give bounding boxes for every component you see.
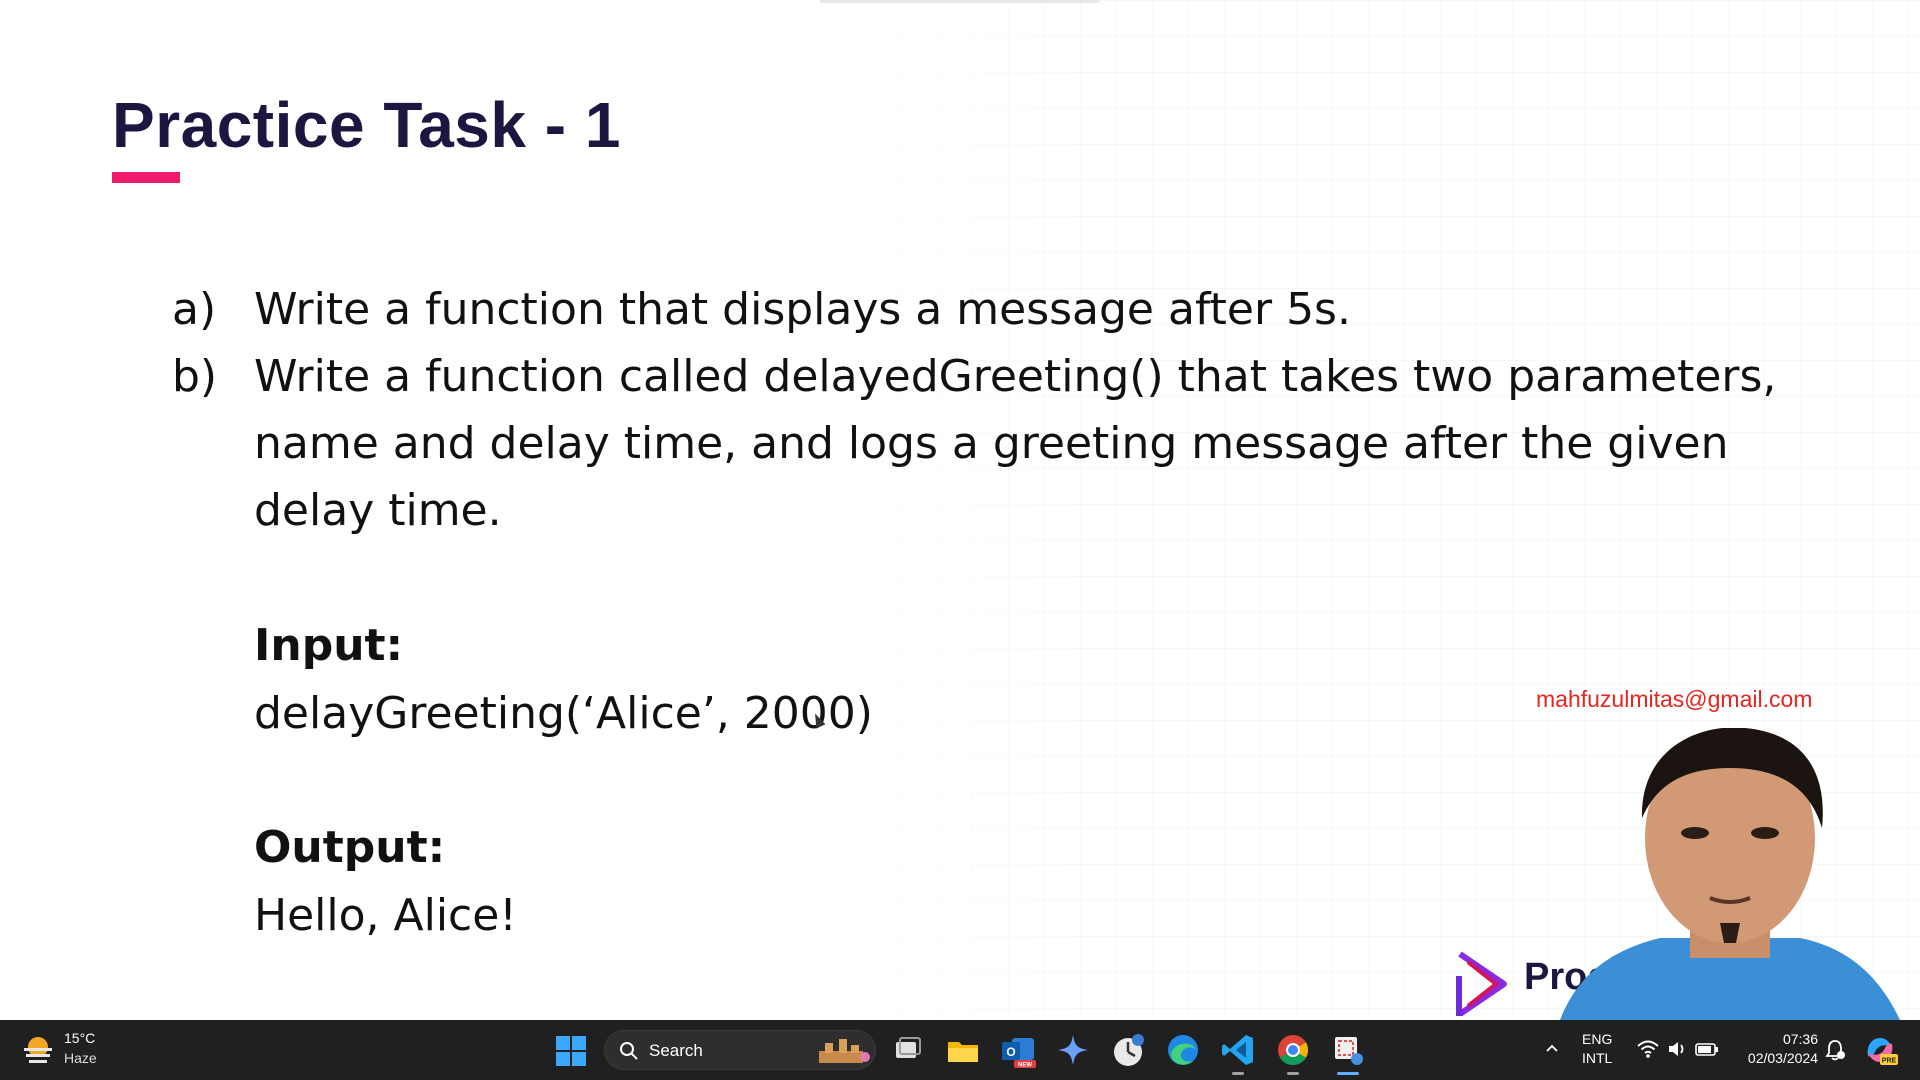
chrome-icon[interactable] bbox=[1275, 1032, 1311, 1068]
task-a-marker: a) bbox=[172, 284, 217, 335]
input-value: delayGreeting(‘Alice’, 2000) bbox=[254, 688, 873, 739]
language-indicator[interactable]: ENG INTL bbox=[1582, 1030, 1612, 1068]
taskbar-clock[interactable]: 07:36 02/03/2024 bbox=[1736, 1030, 1818, 1068]
clock-app-icon[interactable] bbox=[1110, 1032, 1146, 1068]
vscode-running-indicator bbox=[1232, 1072, 1244, 1075]
notification-bell-icon[interactable] bbox=[1824, 1038, 1846, 1062]
battery-icon bbox=[1695, 1043, 1718, 1056]
weather-widget[interactable]: 15°C Haze bbox=[20, 1028, 140, 1072]
edge-icon[interactable] bbox=[1165, 1032, 1201, 1068]
snipping-active-indicator bbox=[1337, 1072, 1359, 1075]
presenter-email: mahfuzulmitas@gmail.com bbox=[1536, 686, 1813, 712]
search-icon bbox=[620, 1042, 638, 1060]
slide-title: Practice Task - 1 bbox=[112, 89, 621, 161]
wifi-icon bbox=[1637, 1040, 1659, 1058]
taskbar-search[interactable]: Search bbox=[604, 1030, 876, 1070]
title-accent-underline bbox=[112, 172, 180, 183]
task-a-text: Write a function that displays a message… bbox=[254, 284, 1351, 335]
task-b-marker: b) bbox=[172, 351, 218, 402]
output-value: Hello, Alice! bbox=[254, 890, 517, 941]
chevron-up-icon[interactable] bbox=[1544, 1040, 1560, 1056]
task-b-line-2: name and delay time, and logs a greeting… bbox=[254, 418, 1729, 469]
search-label: Search bbox=[649, 1041, 703, 1060]
task-b-line-1: Write a function called delayedGreeting(… bbox=[254, 351, 1777, 402]
presenter-webcam bbox=[1560, 728, 1900, 1020]
play-logo-icon bbox=[1456, 951, 1507, 1017]
chrome-running-indicator bbox=[1287, 1072, 1299, 1075]
input-label: Input: bbox=[254, 620, 404, 671]
task-b-line-3: delay time. bbox=[254, 485, 502, 536]
keyboard-layout: INTL bbox=[1582, 1050, 1613, 1066]
new-badge: NEW bbox=[1018, 1063, 1032, 1069]
clock-time: 07:36 bbox=[1782, 1031, 1818, 1047]
outlook-new-icon[interactable]: O NEW bbox=[1000, 1032, 1036, 1068]
top-edge-sliver bbox=[820, 0, 1100, 3]
copilot-sparkle-icon[interactable] bbox=[1055, 1032, 1091, 1068]
copilot-preview-icon[interactable]: PRE bbox=[1862, 1034, 1898, 1066]
start-button[interactable] bbox=[556, 1036, 586, 1066]
search-highlight-art-icon bbox=[819, 1039, 870, 1063]
snipping-tool-icon[interactable] bbox=[1330, 1032, 1366, 1068]
weather-temperature: 15°C bbox=[64, 1030, 96, 1046]
clock-date: 02/03/2024 bbox=[1747, 1050, 1818, 1066]
task-view-icon[interactable] bbox=[890, 1032, 926, 1068]
file-explorer-icon[interactable] bbox=[945, 1032, 981, 1068]
language-code: ENG bbox=[1582, 1031, 1613, 1047]
copilot-badge: PRE bbox=[1882, 1058, 1897, 1065]
output-label: Output: bbox=[254, 822, 446, 873]
presentation-slide: Practice Task - 1 a) Write a function th… bbox=[0, 0, 1920, 1020]
windows-logo-icon bbox=[556, 1036, 570, 1050]
volume-icon bbox=[1669, 1042, 1684, 1056]
vscode-icon[interactable] bbox=[1220, 1032, 1256, 1068]
sun-haze-icon bbox=[24, 1037, 52, 1063]
taskbar: 15°C Haze Search O NEW ENG INTL 07:36 02… bbox=[0, 1020, 1920, 1080]
weather-description: Haze bbox=[64, 1050, 97, 1066]
svg-text:O: O bbox=[1006, 1045, 1015, 1059]
